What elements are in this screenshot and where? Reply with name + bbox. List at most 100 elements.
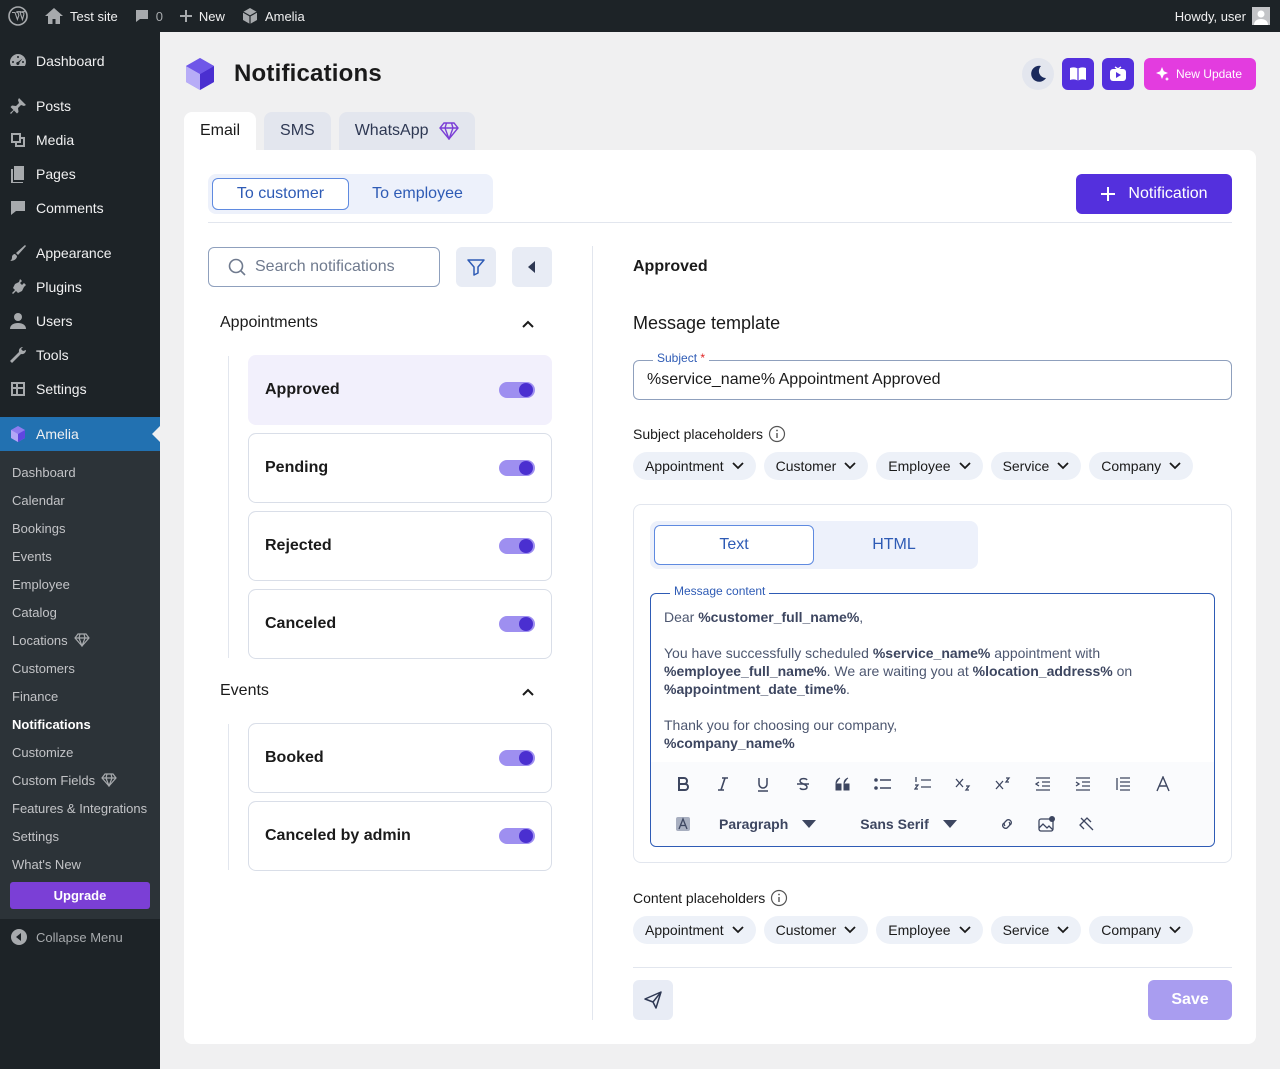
align-button[interactable] — [1103, 770, 1143, 798]
menu-appearance[interactable]: Appearance — [0, 236, 160, 270]
notification-card-rejected[interactable]: Rejected — [248, 511, 552, 581]
to-employee-button[interactable]: To employee — [349, 178, 486, 210]
menu-pages[interactable]: Pages — [0, 157, 160, 191]
notification-card-approved[interactable]: Approved — [248, 355, 552, 425]
chevron-up-icon[interactable] — [520, 684, 536, 700]
info-icon[interactable] — [768, 425, 786, 443]
video-tutorials-button[interactable] — [1101, 58, 1134, 90]
menu-media[interactable]: Media — [0, 123, 160, 157]
submenu-dashboard[interactable]: Dashboard — [0, 458, 160, 486]
strikethrough-button[interactable] — [783, 770, 823, 798]
comments-link[interactable]: 0 — [126, 0, 171, 32]
notification-card-canceled[interactable]: Canceled — [248, 589, 552, 659]
enable-toggle[interactable] — [499, 460, 535, 476]
underline-button[interactable] — [743, 770, 783, 798]
send-test-button[interactable] — [633, 980, 673, 1020]
notification-card-pending[interactable]: Pending — [248, 433, 552, 503]
clear-format-button[interactable] — [1067, 810, 1107, 838]
placeholder-dropdown-service[interactable]: Service — [990, 916, 1082, 944]
enable-toggle[interactable] — [499, 538, 535, 554]
outdent-button[interactable] — [1023, 770, 1063, 798]
save-button[interactable]: Save — [1148, 980, 1232, 1020]
notification-card-canceled-by-admin[interactable]: Canceled by admin — [248, 801, 552, 871]
chevron-up-icon[interactable] — [520, 316, 536, 332]
indent-button[interactable] — [1063, 770, 1103, 798]
submenu-calendar[interactable]: Calendar — [0, 486, 160, 514]
amelia-adminbar-link[interactable]: Amelia — [233, 0, 313, 32]
menu-comments[interactable]: Comments — [0, 191, 160, 225]
enable-toggle[interactable] — [499, 828, 535, 844]
placeholder-dropdown-employee[interactable]: Employee — [876, 452, 983, 480]
submenu-settings[interactable]: Settings — [0, 822, 160, 850]
submenu-notifications[interactable]: Notifications — [0, 710, 160, 738]
placeholder-dropdown-service[interactable]: Service — [990, 452, 1082, 480]
enable-toggle[interactable] — [499, 616, 535, 632]
info-icon[interactable] — [770, 889, 788, 907]
dark-mode-toggle[interactable] — [1021, 58, 1054, 90]
font-select[interactable]: Sans Serif — [860, 810, 957, 838]
tab-sms[interactable]: SMS — [264, 112, 331, 150]
to-customer-button[interactable]: To customer — [212, 178, 349, 210]
submenu-custom-fields[interactable]: Custom Fields — [0, 766, 160, 794]
submenu-locations[interactable]: Locations — [0, 626, 160, 654]
menu-plugins[interactable]: Plugins — [0, 270, 160, 304]
submenu-features-integrations[interactable]: Features & Integrations — [0, 794, 160, 822]
submenu-customers[interactable]: Customers — [0, 654, 160, 682]
site-name-link[interactable]: Test site — [36, 0, 126, 32]
placeholder-dropdown-company[interactable]: Company — [1089, 452, 1194, 480]
italic-button[interactable] — [703, 770, 743, 798]
menu-dashboard[interactable]: Dashboard — [0, 44, 160, 78]
submenu-customize[interactable]: Customize — [0, 738, 160, 766]
submenu-events[interactable]: Events — [0, 542, 160, 570]
html-mode-button[interactable]: HTML — [814, 525, 974, 565]
filter-button[interactable] — [456, 247, 496, 287]
wordpress-logo-icon[interactable] — [0, 0, 36, 32]
menu-amelia[interactable]: Amelia — [0, 417, 160, 451]
placeholder-dropdown-customer[interactable]: Customer — [763, 916, 869, 944]
add-notification-button[interactable]: Notification — [1076, 174, 1232, 214]
placeholder-dropdown-company[interactable]: Company — [1089, 916, 1194, 944]
upgrade-button[interactable]: Upgrade — [10, 882, 150, 909]
placeholder-dropdown-appointment[interactable]: Appointment — [633, 452, 756, 480]
tab-whatsapp[interactable]: WhatsApp — [338, 112, 475, 150]
bold-button[interactable] — [663, 770, 703, 798]
tab-email[interactable]: Email — [184, 112, 257, 150]
placeholder-dropdown-employee[interactable]: Employee — [876, 916, 983, 944]
message-content-editor[interactable]: Dear %customer_full_name%, You have succ… — [650, 593, 1215, 847]
subscript-button[interactable] — [943, 770, 983, 798]
collapse-menu-button[interactable]: Collapse Menu — [0, 919, 160, 955]
submenu-whats-new[interactable]: What's New — [0, 850, 160, 878]
text-color-button[interactable] — [1143, 770, 1183, 798]
subject-field[interactable]: %service_name% Appointment Approved — [633, 360, 1232, 400]
menu-tools[interactable]: Tools — [0, 338, 160, 372]
notification-card-booked[interactable]: Booked — [248, 723, 552, 793]
enable-toggle[interactable] — [499, 382, 535, 398]
blockquote-button[interactable] — [823, 770, 863, 798]
bullet-list-button[interactable] — [863, 770, 903, 798]
search-field[interactable] — [208, 247, 440, 287]
background-color-button[interactable] — [663, 810, 703, 838]
my-account[interactable]: Howdy, user — [1175, 7, 1280, 25]
submenu-employee[interactable]: Employee — [0, 570, 160, 598]
submenu-catalog[interactable]: Catalog — [0, 598, 160, 626]
enable-toggle[interactable] — [499, 750, 535, 766]
collapse-list-button[interactable] — [512, 247, 552, 287]
message-body[interactable]: Dear %customer_full_name%, You have succ… — [664, 608, 1204, 752]
numbered-list-button[interactable] — [903, 770, 943, 798]
link-button[interactable] — [987, 810, 1027, 838]
new-update-button[interactable]: New Update — [1143, 58, 1256, 90]
new-content-link[interactable]: New — [171, 0, 233, 32]
menu-posts[interactable]: Posts — [0, 89, 160, 123]
menu-users[interactable]: Users — [0, 304, 160, 338]
documentation-button[interactable] — [1061, 58, 1094, 90]
image-button[interactable] — [1027, 810, 1067, 838]
text-mode-button[interactable]: Text — [654, 525, 814, 565]
placeholder-dropdown-customer[interactable]: Customer — [763, 452, 869, 480]
menu-settings[interactable]: Settings — [0, 372, 160, 406]
superscript-button[interactable] — [983, 770, 1023, 798]
search-input[interactable] — [255, 258, 425, 276]
submenu-finance[interactable]: Finance — [0, 682, 160, 710]
submenu-bookings[interactable]: Bookings — [0, 514, 160, 542]
paragraph-select[interactable]: Paragraph — [719, 810, 817, 838]
placeholder-dropdown-appointment[interactable]: Appointment — [633, 916, 756, 944]
